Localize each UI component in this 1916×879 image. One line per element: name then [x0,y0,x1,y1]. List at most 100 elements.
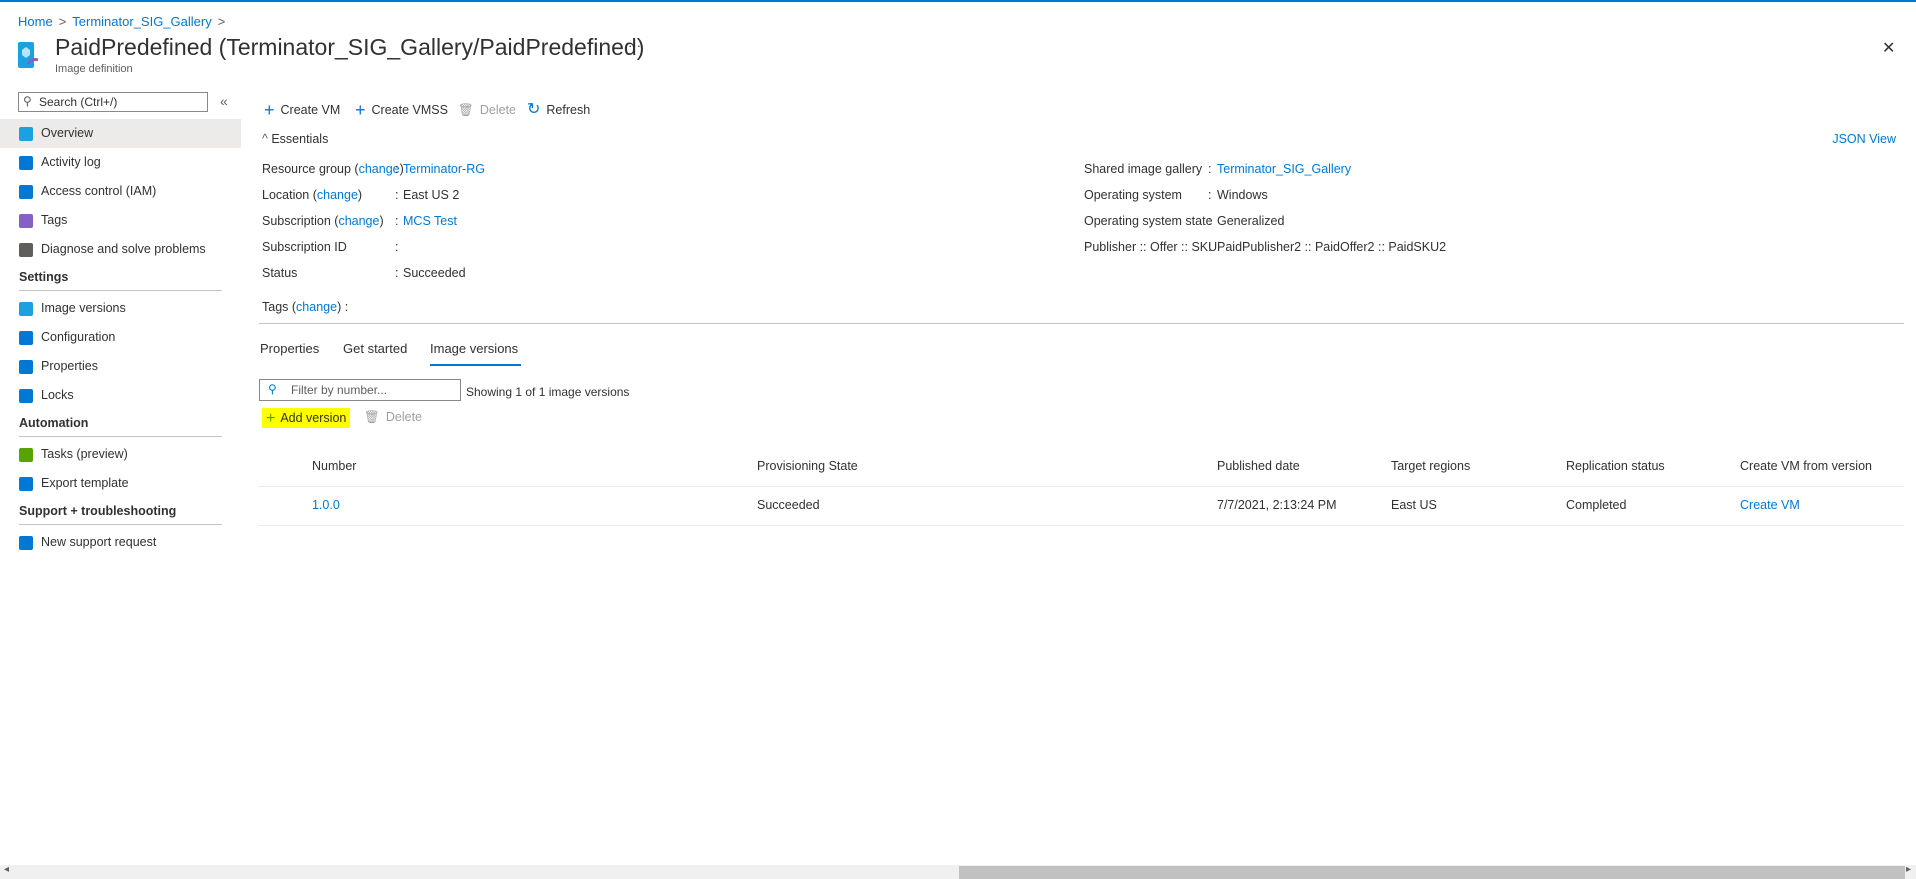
colon: : [395,214,399,228]
sidebar-item-icon [19,536,33,550]
delete-version-button[interactable]: 🗑 Delete [364,410,422,425]
sidebar-item-label: Properties [41,359,98,373]
scrollbar-thumb[interactable] [959,866,1905,879]
delete-button[interactable]: 🗑 Delete [458,101,516,119]
sidebar-item-icon [19,243,33,257]
scroll-right-arrow[interactable]: ▸ [1906,864,1911,875]
table-cell: Succeeded [757,498,820,512]
essentials-value[interactable]: Terminator_SIG_Gallery [1217,162,1351,176]
sidebar-item-configuration[interactable]: Configuration [0,323,241,352]
column-header[interactable]: Create VM from version [1740,459,1872,473]
sidebar-item-activity-log[interactable]: Activity log [0,148,241,177]
divider [259,486,1904,487]
column-header[interactable]: Published date [1217,459,1300,473]
sidebar-section-heading: Settings [19,270,69,284]
sidebar-item-overview[interactable]: Overview [0,119,241,148]
sidebar-item-icon [19,156,33,170]
sidebar-search-input[interactable]: ⚲ Search (Ctrl+/) [18,92,208,112]
sidebar-item-label: Configuration [41,330,116,344]
create-vmss-button[interactable]: + Create VMSS [355,101,448,119]
sidebar-item-icon [19,185,33,199]
breadcrumb-gallery[interactable]: Terminator_SIG_Gallery [72,14,211,29]
essentials-value: Generalized [1217,214,1285,228]
add-version-button[interactable]: + Add version [262,408,351,428]
top-accent-bar [0,0,1916,2]
sidebar-item-tags[interactable]: Tags [0,206,241,235]
change-link[interactable]: change [359,162,400,176]
sidebar-item-icon [19,448,33,462]
page-title: PaidPredefined (Terminator_SIG_Gallery/P… [55,34,645,60]
tags-row: Tags (change) : [262,300,349,314]
sidebar-item-label: Activity log [41,155,101,169]
column-header[interactable]: Replication status [1566,459,1665,473]
sidebar-item-label: Access control (IAM) [41,184,157,198]
page-subtitle: Image definition [55,63,133,75]
sidebar-item-icon [19,214,33,228]
divider [19,290,222,291]
essentials-value[interactable]: Terminator-RG [403,162,485,176]
tab-get-started[interactable]: Get started [343,341,407,356]
sidebar-item-label: Diagnose and solve problems [41,242,206,256]
tab-properties[interactable]: Properties [260,341,319,356]
plus-icon: + [264,100,275,120]
more-options-button[interactable]: ··· [628,38,641,53]
image-definition-icon [18,42,39,68]
change-link[interactable]: change [338,214,379,228]
colon: : [395,188,399,202]
chevron-up-icon: ^ [262,132,272,146]
trash-icon: 🗑 [458,103,474,117]
search-icon: ⚲ [268,382,277,396]
sidebar-item-new-support-request[interactable]: New support request [0,528,241,557]
sidebar-item-image-versions[interactable]: Image versions [0,294,241,323]
sidebar-item-export-template[interactable]: Export template [0,469,241,498]
essentials-value: East US 2 [403,188,460,202]
table-cell[interactable]: Create VM [1740,498,1800,512]
sidebar-item-locks[interactable]: Locks [0,381,241,410]
sidebar-item-icon [19,389,33,403]
json-view-link[interactable]: JSON View [1832,132,1896,146]
essentials-label: Publisher :: Offer :: SKU [1084,240,1218,254]
change-link[interactable]: change [317,188,358,202]
colon: : [1208,240,1212,254]
collapse-sidebar-button[interactable]: « [220,93,228,109]
create-vm-button[interactable]: + Create VM [264,101,340,119]
sidebar-item-icon [19,127,33,141]
chevron-right-icon: > [58,14,67,29]
table-cell[interactable]: 1.0.0 [312,498,340,512]
trash-icon: 🗑 [364,410,380,424]
sidebar-item-tasks-preview-[interactable]: Tasks (preview) [0,440,241,469]
breadcrumb-home[interactable]: Home [18,14,53,29]
divider [19,436,222,437]
colon: : [1208,162,1212,176]
sidebar-item-icon [19,360,33,374]
column-header[interactable]: Target regions [1391,459,1470,473]
essentials-toggle[interactable]: ^ Essentials [262,132,328,146]
sidebar-item-label: Export template [41,476,129,490]
essentials-value[interactable]: MCS Test [403,214,457,228]
essentials-label: Resource group (change) [262,162,404,176]
sidebar-item-icon [19,302,33,316]
sidebar-item-diagnose-and-solve-problems[interactable]: Diagnose and solve problems [0,235,241,264]
close-button[interactable]: ✕ [1882,38,1895,58]
sidebar-item-properties[interactable]: Properties [0,352,241,381]
refresh-button[interactable]: ↻ Refresh [527,101,590,119]
column-header[interactable]: Provisioning State [757,459,858,473]
table-cell: Completed [1566,498,1627,512]
colon: : [1208,214,1212,228]
search-icon: ⚲ [23,94,32,108]
tab-image-versions[interactable]: Image versions [430,341,521,366]
colon: : [395,266,399,280]
scroll-left-arrow[interactable]: ◂ [4,864,9,875]
divider [19,524,222,525]
filter-input[interactable]: ⚲ Filter by number... [259,379,461,401]
colon: : [395,162,399,176]
sidebar-section-heading: Automation [19,416,89,430]
chevron-right-icon: > [217,14,226,29]
essentials-label: Subscription ID [262,240,347,254]
essentials-label: Shared image gallery [1084,162,1203,176]
sidebar-item-access-control-iam-[interactable]: Access control (IAM) [0,177,241,206]
tags-change-link[interactable]: change [296,300,337,314]
plus-icon: + [355,100,366,120]
sidebar-item-label: New support request [41,535,157,549]
column-header[interactable]: Number [312,459,356,473]
